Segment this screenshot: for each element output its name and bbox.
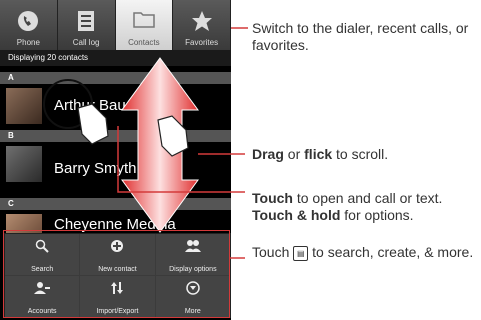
callout-tabs: Switch to the dialer, recent calls, or f… [252,20,469,53]
callout-text: Touch [252,244,294,260]
callout-menu: Touch ▤ to search, create, & more. [252,244,477,261]
callout-touch: Touch to open and call or text. Touch & h… [252,190,477,224]
callout-text: to open and call or text. [292,190,443,206]
callout-bold: Touch [252,190,293,206]
callout-bold: Touch & hold [252,207,341,223]
callout-bold: flick [304,146,333,162]
callout-text: to search, create, & more. [308,244,474,260]
callout-bold: Drag [252,146,284,162]
callout-text: for options. [340,207,414,223]
callout-text: or [283,146,305,162]
menu-key-icon: ▤ [293,245,309,261]
callout-text: to scroll. [332,146,389,162]
callout-scroll: Drag or flick to scroll. [252,146,477,163]
